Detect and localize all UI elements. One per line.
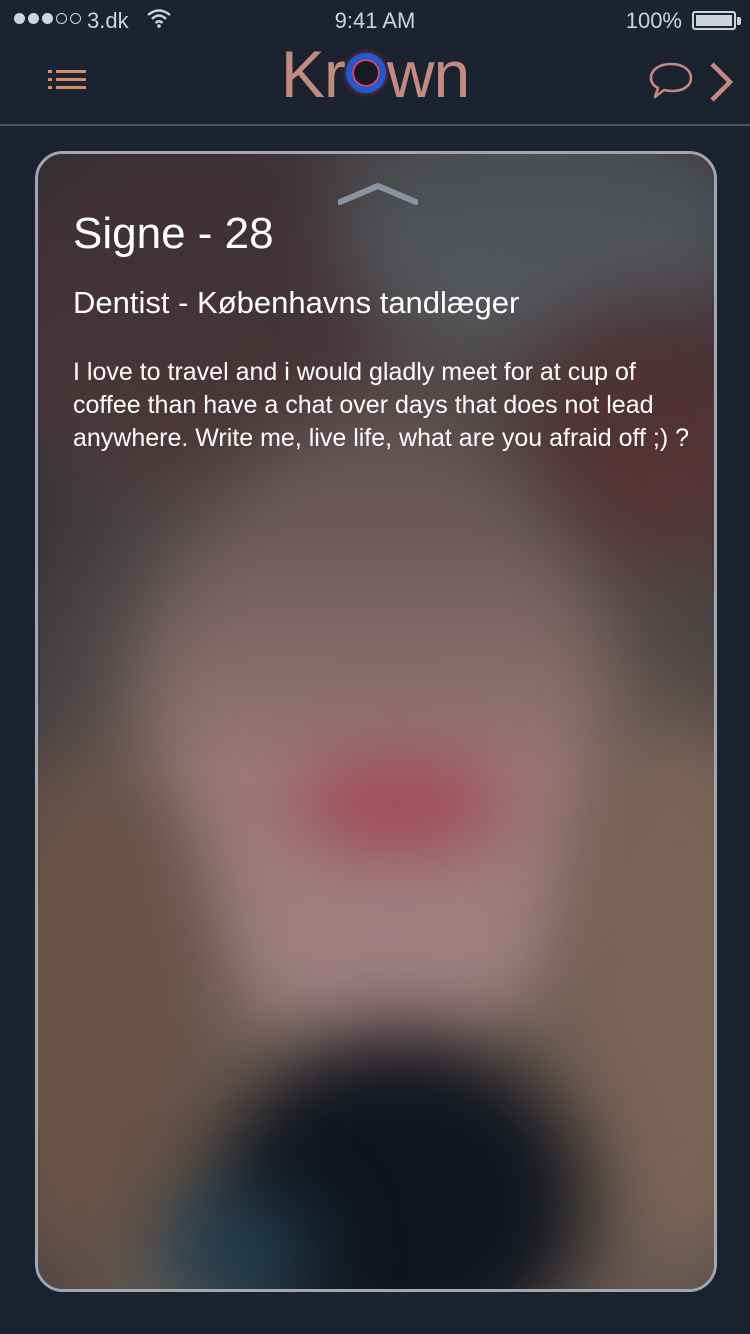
app-logo: Kr wn [0,36,750,112]
nav-bar: Kr wn [0,37,750,126]
profile-bio: I love to travel and i would gladly meet… [73,358,690,452]
chat-button[interactable] [648,60,694,102]
logo-ring-icon [345,53,386,93]
next-profile-button[interactable] [706,60,736,104]
battery-icon [692,11,736,30]
profile-occupation: Dentist - Københavns tandlæger [73,285,520,320]
chevron-right-icon [710,62,734,102]
chevron-up-icon [337,183,419,205]
profile-card[interactable]: Signe - 28 Dentist - Københavns tandlæge… [35,151,717,1292]
battery-tip [737,17,741,25]
logo-text-suffix: wn [386,37,470,111]
speech-bubble-icon [649,62,693,99]
logo-text-prefix: Kr [280,37,346,111]
profile-name-age: Signe - 28 [73,209,274,258]
battery-level [696,15,732,26]
battery-percentage: 100% [625,8,682,33]
status-bar: 3.dk 9:41 AM 100% [0,0,750,40]
collapse-details-button[interactable] [337,180,419,210]
